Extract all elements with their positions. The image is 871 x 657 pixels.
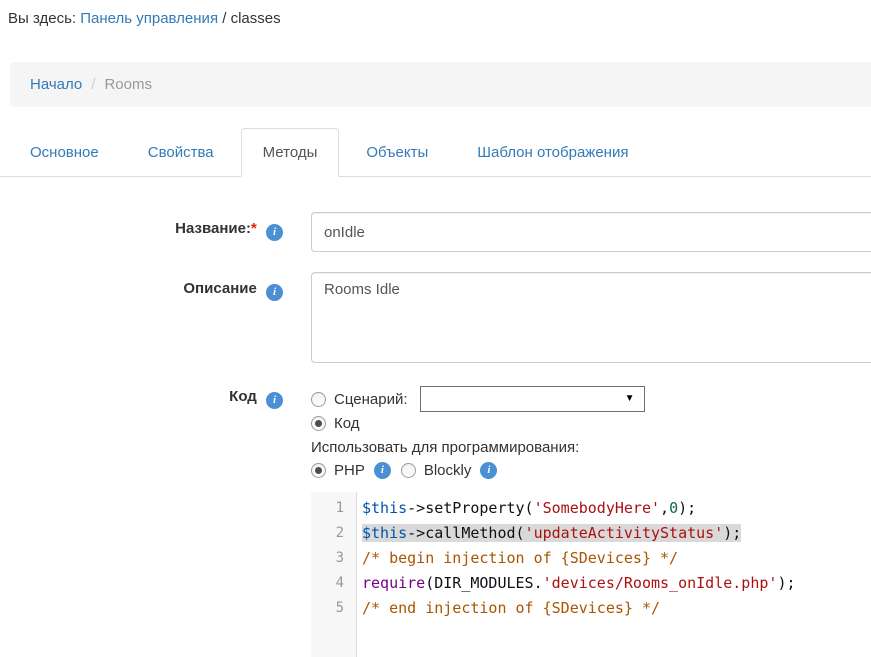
description-textarea[interactable]: Rooms Idle — [311, 272, 871, 363]
programming-usage-label: Использовать для программирования: — [311, 439, 579, 456]
php-radio-label: PHP — [334, 462, 365, 479]
tab-objects[interactable]: Объекты — [344, 128, 450, 177]
line-number: 2 — [311, 521, 356, 546]
breadcrumb-separator: / — [222, 10, 226, 27]
code-radio[interactable] — [311, 416, 326, 431]
tab-display-template[interactable]: Шаблон отображения — [455, 128, 650, 177]
name-label: Название:* i — [0, 220, 283, 241]
info-icon[interactable]: i — [374, 462, 391, 479]
tab-objects-label[interactable]: Объекты — [344, 128, 450, 177]
code-option-row: Код — [311, 415, 360, 432]
name-input[interactable] — [311, 212, 871, 252]
line-number: 1 — [311, 496, 356, 521]
blockly-radio[interactable] — [401, 463, 416, 478]
tab-basic[interactable]: Основное — [8, 128, 121, 177]
required-asterisk: * — [251, 220, 257, 237]
breadcrumb-link-control-panel[interactable]: Панель управления — [80, 10, 218, 27]
breadcrumb: Вы здесь: Панель управления / classes — [8, 10, 281, 27]
info-icon[interactable]: i — [266, 392, 283, 409]
name-label-text: Название: — [175, 220, 251, 237]
line-number: 5 — [311, 596, 356, 621]
code-line[interactable]: $this->callMethod('updateActivityStatus'… — [357, 521, 871, 546]
line-number: 4 — [311, 571, 356, 596]
code-line[interactable]: $this->setProperty('SomebodyHere',0); — [357, 496, 871, 521]
code-lines[interactable]: $this->setProperty('SomebodyHere',0);$th… — [357, 492, 871, 657]
line-number: 3 — [311, 546, 356, 571]
language-option-row: PHP i Blockly i — [311, 462, 497, 479]
chevron-down-icon: ▼ — [625, 393, 635, 404]
tab-properties[interactable]: Свойства — [126, 128, 236, 177]
module-breadcrumb-bar: Начало / Rooms — [10, 62, 871, 107]
code-radio-label: Код — [334, 415, 360, 432]
code-label-text: Код — [229, 388, 257, 405]
scenario-option-row: Сценарий: ▼ — [311, 386, 645, 412]
scenario-radio-label: Сценарий: — [334, 391, 408, 408]
description-label: Описание i — [0, 280, 283, 301]
tab-methods[interactable]: Методы — [241, 128, 340, 177]
php-radio[interactable] — [311, 463, 326, 478]
blockly-radio-label: Blockly — [424, 462, 472, 479]
tab-methods-label[interactable]: Методы — [241, 128, 340, 177]
breadcrumb-current: classes — [231, 10, 281, 27]
scenario-radio[interactable] — [311, 392, 326, 407]
code-label: Код i — [0, 388, 283, 409]
code-line[interactable]: /* begin injection of {SDevices} */ — [357, 546, 871, 571]
tab-basic-label[interactable]: Основное — [8, 128, 121, 177]
code-line[interactable]: require(DIR_MODULES.'devices/Rooms_onIdl… — [357, 571, 871, 596]
info-icon[interactable]: i — [266, 284, 283, 301]
breadcrumb-separator: / — [91, 76, 95, 93]
tab-bar: Основное Свойства Методы Объекты Шаблон … — [0, 128, 871, 177]
code-editor[interactable]: 12345 $this->setProperty('SomebodyHere',… — [311, 492, 871, 657]
tab-display-template-label[interactable]: Шаблон отображения — [455, 128, 650, 177]
scenario-select[interactable]: ▼ — [420, 386, 645, 412]
info-icon[interactable]: i — [480, 462, 497, 479]
breadcrumb-prefix: Вы здесь: — [8, 10, 76, 27]
breadcrumb-current-class: Rooms — [104, 76, 152, 93]
info-icon[interactable]: i — [266, 224, 283, 241]
tab-properties-label[interactable]: Свойства — [126, 128, 236, 177]
description-label-text: Описание — [183, 280, 256, 297]
code-gutter: 12345 — [311, 492, 357, 657]
breadcrumb-home-link[interactable]: Начало — [30, 76, 82, 93]
code-line[interactable]: /* end injection of {SDevices} */ — [357, 596, 871, 621]
